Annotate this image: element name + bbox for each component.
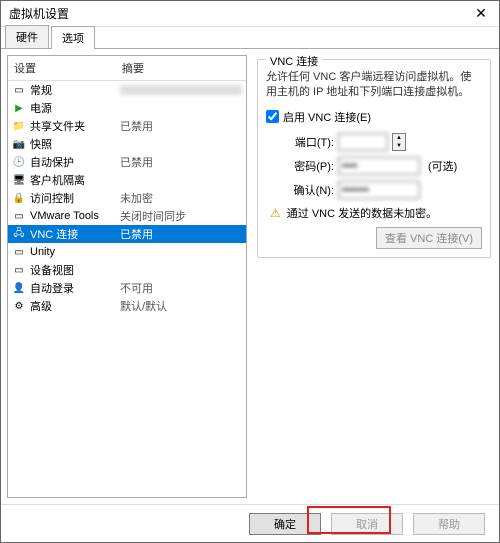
lock-icon: 🔒	[12, 191, 26, 205]
tools-icon: ▭	[12, 209, 26, 223]
settings-list: ▭ 常规 ▶ 电源 📁 共享文件夹 已禁用 📷 快照	[8, 81, 246, 497]
setting-row-vmware-tools[interactable]: ▭ VMware Tools 关闭时间同步	[8, 207, 246, 225]
setting-row-advanced[interactable]: ⚙ 高级 默认/默认	[8, 297, 246, 315]
unity-icon: ▭	[12, 245, 26, 259]
port-row: 端口(T): ▲ ▼	[266, 133, 482, 151]
box-icon: ▭	[12, 83, 26, 97]
setting-summary: 关闭时间同步	[120, 208, 242, 224]
enable-vnc-row: 启用 VNC 连接(E)	[266, 109, 482, 125]
port-spinner: ▲ ▼	[392, 133, 406, 151]
setting-name: 高级	[30, 298, 120, 314]
setting-summary: 已禁用	[120, 154, 242, 170]
settings-list-panel: 设置 摘要 ▭ 常规 ▶ 电源 📁 共享文件夹 已禁用	[7, 55, 247, 498]
device-icon: ▭	[12, 263, 26, 277]
content-area: 设置 摘要 ▭ 常规 ▶ 电源 📁 共享文件夹 已禁用	[1, 49, 499, 504]
vnc-icon: 🖧	[12, 227, 26, 241]
warning-text: 通过 VNC 发送的数据未加密。	[287, 205, 437, 221]
setting-summary: 已禁用	[120, 118, 242, 134]
setting-row-vnc[interactable]: 🖧 VNC 连接 已禁用	[8, 225, 246, 243]
tab-hardware[interactable]: 硬件	[5, 25, 49, 48]
setting-summary: 不可用	[120, 280, 242, 296]
enable-vnc-checkbox[interactable]	[266, 110, 279, 123]
window-title: 虚拟机设置	[9, 5, 471, 22]
password-label: 密码(P):	[284, 158, 334, 174]
setting-summary: 已禁用	[120, 226, 242, 242]
tab-options[interactable]: 选项	[51, 26, 95, 49]
groupbox-title: VNC 连接	[266, 53, 322, 69]
warning-icon: ⚠	[270, 206, 281, 220]
setting-name: 客户机隔离	[30, 172, 120, 188]
setting-name: 常规	[30, 82, 120, 98]
setting-row-general[interactable]: ▭ 常规	[8, 81, 246, 99]
setting-row-autologin[interactable]: 👤 自动登录 不可用	[8, 279, 246, 297]
folder-icon: 📁	[12, 119, 26, 133]
setting-name: VMware Tools	[30, 210, 120, 222]
setting-row-guest-isolation[interactable]: 🖥 客户机隔离	[8, 171, 246, 189]
enable-vnc-label: 启用 VNC 连接(E)	[283, 109, 371, 125]
ok-button[interactable]: 确定	[249, 513, 321, 535]
setting-summary	[120, 85, 242, 95]
vnc-description: 允许任何 VNC 客户端远程访问虚拟机。使用主机的 IP 地址和下列端口连接虚拟…	[266, 70, 482, 101]
setting-row-device-view[interactable]: ▭ 设备视图	[8, 261, 246, 279]
port-label: 端口(T):	[284, 134, 334, 150]
confirm-row: 确认(N):	[266, 181, 482, 199]
titlebar: 虚拟机设置 ✕	[1, 1, 499, 27]
setting-name: Unity	[30, 246, 120, 258]
password-input[interactable]	[338, 157, 420, 175]
setting-row-access-control[interactable]: 🔒 访问控制 未加密	[8, 189, 246, 207]
password-row: 密码(P): (可选)	[266, 157, 482, 175]
spinner-up-icon[interactable]: ▲	[393, 134, 405, 142]
setting-summary: 默认/默认	[120, 298, 242, 314]
setting-name: 访问控制	[30, 190, 120, 206]
camera-icon: 📷	[12, 137, 26, 151]
monitor-icon: 🖥	[12, 173, 26, 187]
setting-row-autoprotect[interactable]: 🕒 自动保护 已禁用	[8, 153, 246, 171]
header-summary: 摘要	[122, 60, 144, 76]
user-icon: 👤	[12, 281, 26, 295]
setting-name: 快照	[30, 136, 120, 152]
confirm-input[interactable]	[338, 181, 420, 199]
cancel-button[interactable]: 取消	[331, 513, 403, 535]
setting-row-power[interactable]: ▶ 电源	[8, 99, 246, 117]
spinner-down-icon[interactable]: ▼	[393, 142, 405, 150]
setting-name: 自动保护	[30, 154, 120, 170]
vm-settings-window: 虚拟机设置 ✕ 硬件 选项 设置 摘要 ▭ 常规 ▶ 电源	[0, 0, 500, 543]
settings-list-header: 设置 摘要	[8, 56, 246, 81]
vnc-groupbox: VNC 连接 允许任何 VNC 客户端远程访问虚拟机。使用主机的 IP 地址和下…	[257, 59, 491, 258]
setting-name: 共享文件夹	[30, 118, 120, 134]
tab-bar: 硬件 选项	[1, 27, 499, 49]
header-setting: 设置	[14, 60, 122, 76]
setting-summary: 未加密	[120, 190, 242, 206]
setting-name: 设备视图	[30, 262, 120, 278]
view-connections-row: 查看 VNC 连接(V)	[266, 227, 482, 249]
play-icon: ▶	[12, 101, 26, 115]
help-button[interactable]: 帮助	[413, 513, 485, 535]
setting-row-snapshots[interactable]: 📷 快照	[8, 135, 246, 153]
setting-row-unity[interactable]: ▭ Unity	[8, 243, 246, 261]
password-optional: (可选)	[428, 158, 457, 174]
setting-name: 自动登录	[30, 280, 120, 296]
detail-panel: VNC 连接 允许任何 VNC 客户端远程访问虚拟机。使用主机的 IP 地址和下…	[255, 55, 493, 498]
view-connections-button[interactable]: 查看 VNC 连接(V)	[376, 227, 482, 249]
confirm-label: 确认(N):	[284, 182, 334, 198]
dialog-footer: 确定 取消 帮助	[1, 504, 499, 542]
close-icon[interactable]: ✕	[471, 5, 491, 22]
setting-name: 电源	[30, 100, 120, 116]
warning-row: ⚠ 通过 VNC 发送的数据未加密。	[266, 205, 482, 221]
gear-icon: ⚙	[12, 299, 26, 313]
clock-icon: 🕒	[12, 155, 26, 169]
setting-row-shared-folders[interactable]: 📁 共享文件夹 已禁用	[8, 117, 246, 135]
port-input[interactable]	[338, 133, 388, 151]
setting-name: VNC 连接	[30, 226, 120, 242]
